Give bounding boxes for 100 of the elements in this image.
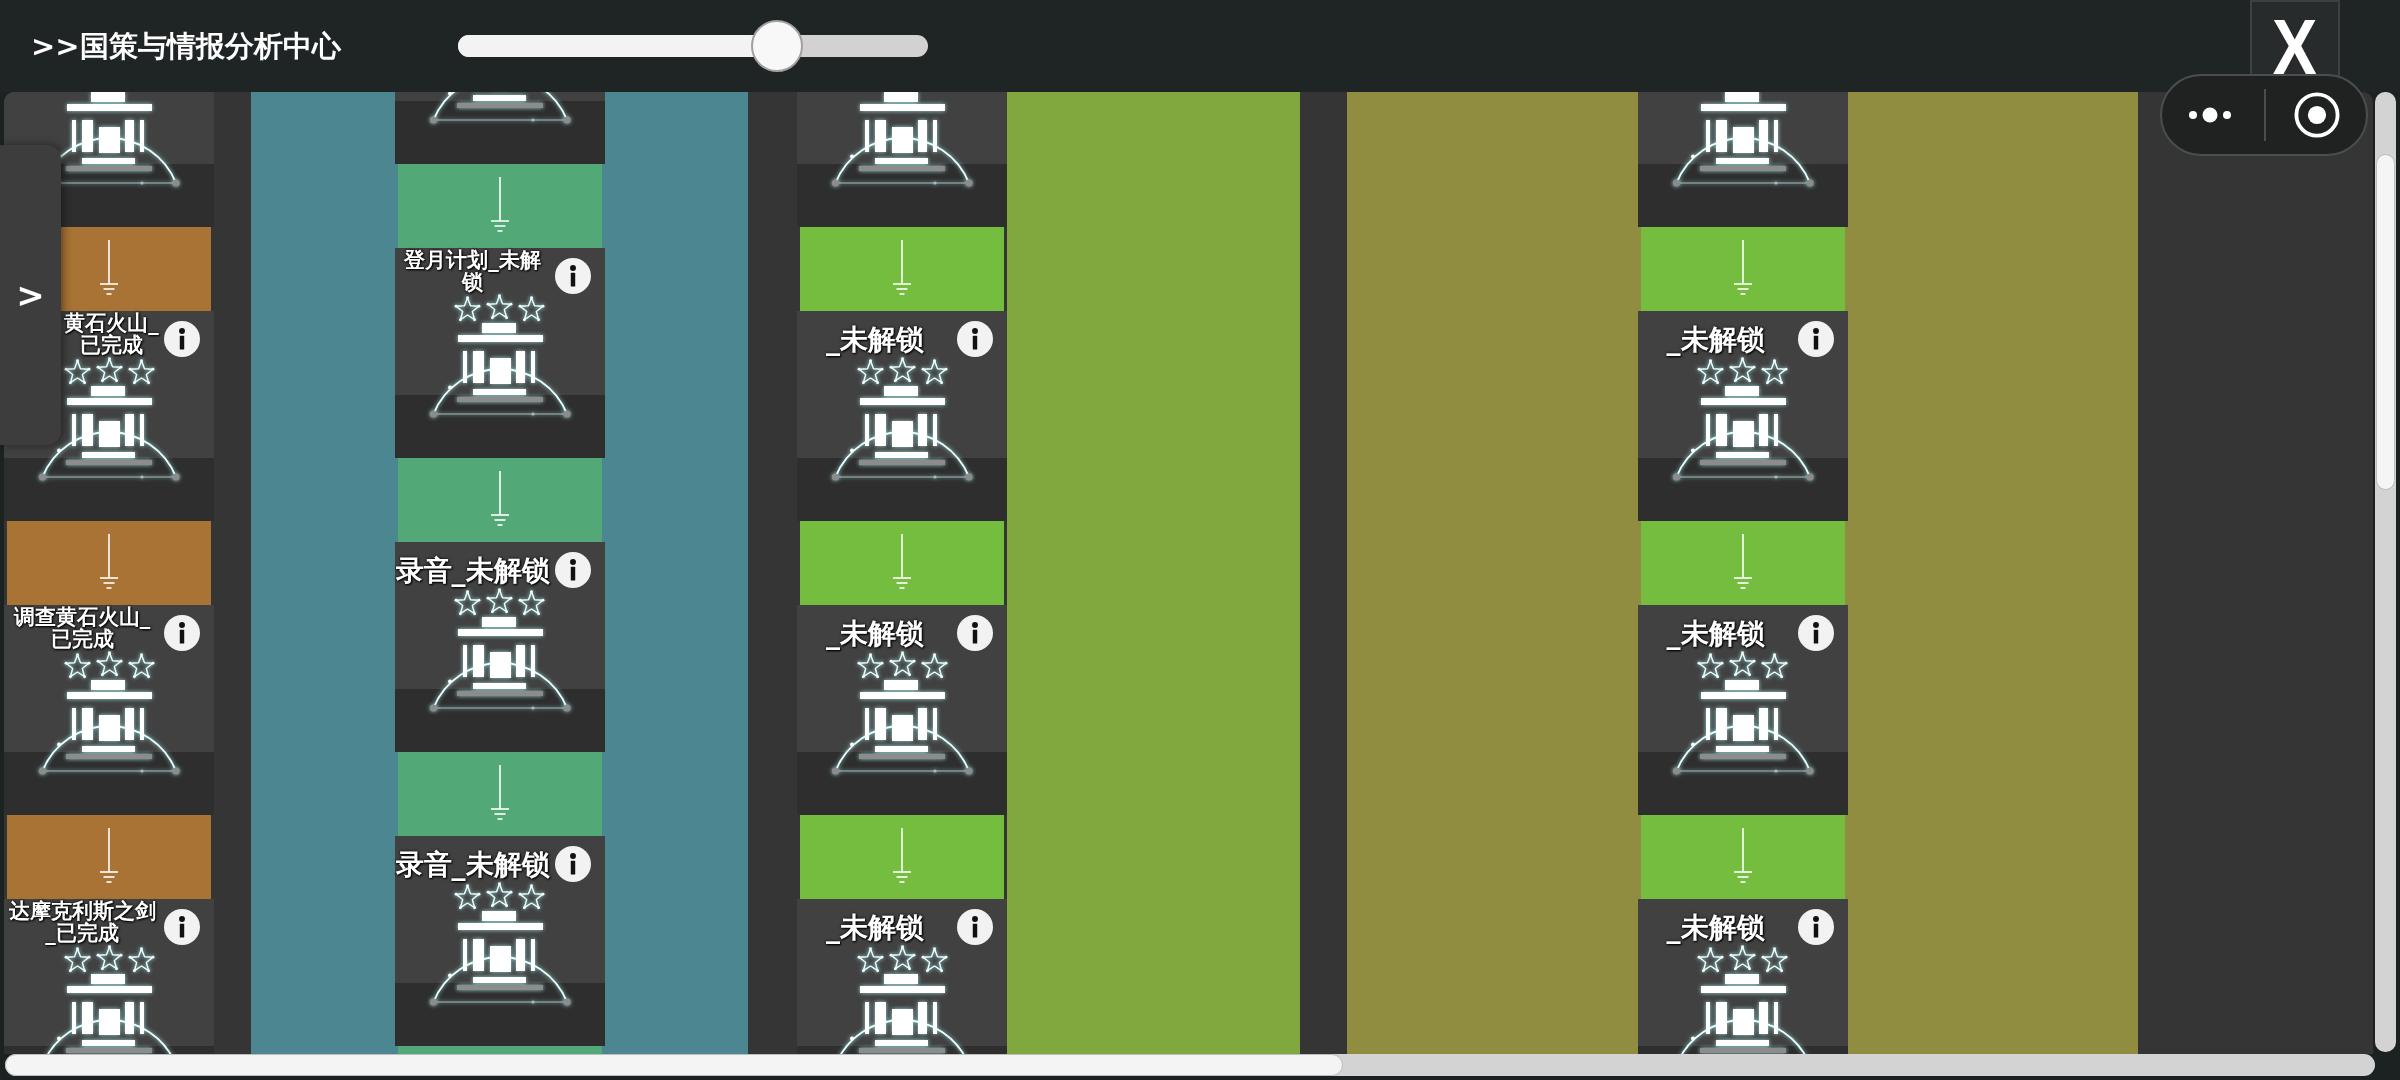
star-icon xyxy=(1761,653,1788,679)
info-icon[interactable] xyxy=(1797,321,1834,357)
node-title: _未解锁 xyxy=(826,325,924,356)
info-icon[interactable] xyxy=(554,846,591,882)
node-card[interactable]: _未解锁 xyxy=(1637,605,1848,815)
info-icon[interactable] xyxy=(554,552,591,588)
node-title: 达摩克利斯之剑_已完成 xyxy=(7,899,157,945)
node-card[interactable]: 登月计划_未解锁 xyxy=(394,248,605,458)
node-card[interactable]: 录音_未解锁 xyxy=(394,836,605,1046)
star-icon xyxy=(518,590,545,616)
building-icon xyxy=(831,679,975,776)
info-icon[interactable] xyxy=(957,909,993,945)
star-icon xyxy=(518,884,545,910)
building-icon xyxy=(831,92,975,188)
star-icon xyxy=(63,653,91,679)
star-icon xyxy=(127,947,155,973)
ground-symbol-icon xyxy=(489,765,510,820)
ground-symbol-icon xyxy=(489,471,510,526)
star-icon xyxy=(1729,651,1756,677)
node-card[interactable]: 录音_未解锁 xyxy=(394,542,605,752)
star-icon xyxy=(518,296,545,322)
building-icon xyxy=(38,679,182,776)
star-icon xyxy=(486,294,513,320)
more-options-icon[interactable] xyxy=(2189,107,2231,123)
node-title: 录音_未解锁 xyxy=(395,556,550,587)
star-icon xyxy=(486,882,513,908)
slider-track[interactable] xyxy=(457,20,928,72)
ground-symbol-icon xyxy=(892,534,912,589)
building-icon xyxy=(428,910,573,1007)
star-icon xyxy=(127,653,155,679)
node-card[interactable]: _未解锁 xyxy=(797,605,1007,815)
ground-symbol-icon xyxy=(1732,534,1753,589)
star-icon xyxy=(486,588,513,614)
star-icon xyxy=(920,947,948,973)
vertical-scrollbar[interactable] xyxy=(2375,92,2396,1052)
info-icon[interactable] xyxy=(1797,615,1834,651)
app-title: >>国策与情报分析中心 xyxy=(31,28,341,64)
scrollbar-thumb[interactable] xyxy=(2376,154,2395,490)
ground-symbol-icon xyxy=(892,828,912,883)
star-icon xyxy=(920,359,948,385)
slider-thumb[interactable] xyxy=(751,20,804,72)
ground-symbol-icon xyxy=(99,240,119,295)
star-icon xyxy=(856,653,884,679)
star-icon xyxy=(1729,357,1756,383)
star-icon xyxy=(888,357,916,383)
star-icon xyxy=(95,945,123,971)
node-card[interactable]: _未解锁 xyxy=(797,311,1007,521)
building-icon xyxy=(831,385,975,482)
horizontal-scrollbar[interactable] xyxy=(5,1054,2375,1076)
node-card[interactable]: _未解锁 xyxy=(1637,311,1848,521)
node-title: 黄石火山_已完成 xyxy=(63,311,160,357)
star-icon xyxy=(888,945,916,971)
star-icon xyxy=(1697,653,1724,679)
star-icon xyxy=(856,947,884,973)
ground-symbol-icon xyxy=(1732,828,1753,883)
info-icon[interactable] xyxy=(164,615,200,651)
building-icon xyxy=(38,385,182,482)
star-icon xyxy=(1761,947,1788,973)
info-icon[interactable] xyxy=(164,321,200,357)
ground-symbol-icon xyxy=(1732,240,1753,295)
node-title: _未解锁 xyxy=(1666,619,1765,650)
building-icon xyxy=(1671,92,1816,188)
ground-symbol-icon xyxy=(99,828,119,883)
star-icon xyxy=(95,357,123,383)
info-icon[interactable] xyxy=(957,321,993,357)
node-title: _未解锁 xyxy=(1666,913,1765,944)
star-icon xyxy=(1729,945,1756,971)
node-title: _未解锁 xyxy=(1666,325,1765,356)
star-icon xyxy=(95,651,123,677)
star-icon xyxy=(1761,359,1788,385)
node-card[interactable]: 调查黄石火山_已完成 xyxy=(4,605,214,815)
node-title: 登月计划_未解锁 xyxy=(403,248,542,294)
node-title: 录音_未解锁 xyxy=(395,850,550,881)
star-icon xyxy=(454,590,481,616)
node-card[interactable]: _未解锁 xyxy=(797,899,1007,1054)
info-icon[interactable] xyxy=(164,909,200,945)
star-icon xyxy=(1697,947,1724,973)
ground-symbol-icon xyxy=(99,534,119,589)
info-icon[interactable] xyxy=(554,258,591,294)
node-card[interactable]: 达摩克利斯之剑_已完成 xyxy=(4,899,214,1054)
star-icon xyxy=(63,359,91,385)
star-icon xyxy=(920,653,948,679)
node-title: _未解锁 xyxy=(826,913,924,944)
star-icon xyxy=(1697,359,1724,385)
star-icon xyxy=(127,359,155,385)
node-card[interactable]: _未解锁 xyxy=(1637,899,1848,1054)
info-icon[interactable] xyxy=(957,615,993,651)
star-icon xyxy=(454,884,481,910)
building-icon xyxy=(1671,385,1816,482)
star-icon xyxy=(63,947,91,973)
node-title: _未解锁 xyxy=(826,619,924,650)
info-icon[interactable] xyxy=(1797,909,1834,945)
scrollbar-thumb[interactable] xyxy=(5,1054,1343,1076)
ground-symbol-icon xyxy=(489,177,510,232)
side-menu[interactable]: > xyxy=(0,145,61,445)
building-icon xyxy=(1671,679,1816,776)
star-icon xyxy=(888,651,916,677)
target-icon[interactable] xyxy=(2294,92,2340,138)
star-icon xyxy=(856,359,884,385)
ground-symbol-icon xyxy=(892,240,912,295)
